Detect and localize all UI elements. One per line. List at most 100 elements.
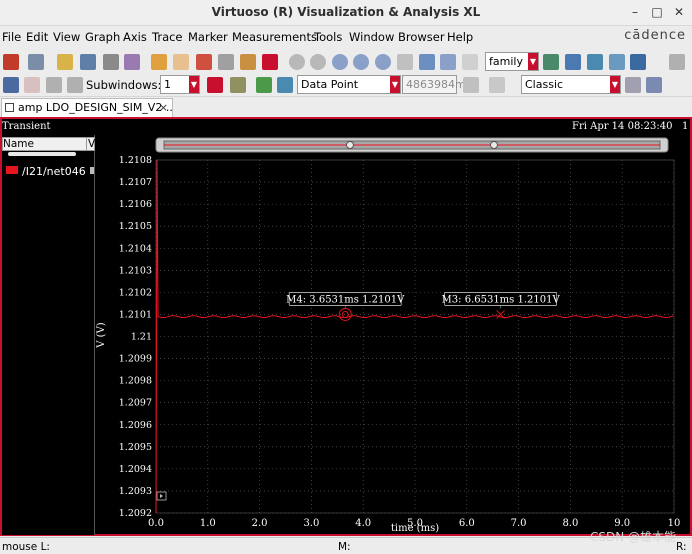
open-folder-icon[interactable] xyxy=(57,54,73,70)
x-axis-label: time (ms) xyxy=(391,523,439,534)
value-field[interactable]: 4863984m xyxy=(402,75,466,94)
y-tick-label: 1.2104 xyxy=(119,243,152,254)
menu-file[interactable]: File xyxy=(2,30,21,44)
legend-v-column[interactable]: V xyxy=(86,138,95,150)
paste-icon[interactable] xyxy=(240,54,256,70)
zoom-x-icon[interactable] xyxy=(353,54,369,70)
data-point-combo[interactable]: Data Point ▼ xyxy=(297,75,401,94)
trace-i21-net046 xyxy=(155,159,674,514)
x-tick-label: 4.0 xyxy=(355,518,371,529)
histogram-icon[interactable] xyxy=(463,77,479,93)
undo-icon[interactable] xyxy=(151,54,167,70)
settings-icon[interactable] xyxy=(646,77,662,93)
pan-icon[interactable] xyxy=(397,54,413,70)
legend-name-column[interactable]: Name xyxy=(3,138,34,150)
menu-tools[interactable]: Tools xyxy=(314,30,342,44)
zoom-out-icon[interactable] xyxy=(310,54,326,70)
x-tick-label: 6.0 xyxy=(459,518,475,529)
mouse-r-status: R: xyxy=(676,541,687,553)
menu-marker[interactable]: Marker xyxy=(188,30,228,44)
waveform-chart[interactable]: 1.2108 1.2107 1.2106 1.2105 1.2104 1.2103 1.21… xyxy=(96,135,692,535)
watermark: CSDN @雄本能 xyxy=(589,530,676,544)
analysis-title: Transient xyxy=(2,121,51,132)
style-combo-value: Classic xyxy=(525,78,564,91)
subwindows-label: Subwindows: xyxy=(86,78,162,92)
chevron-down-icon[interactable]: ▼ xyxy=(610,76,620,93)
copy-icon[interactable] xyxy=(218,54,234,70)
menu-graph[interactable]: Graph xyxy=(85,30,120,44)
cadence-logo: cādence xyxy=(624,28,686,43)
window-title: Virtuoso (R) Visualization & Analysis XL xyxy=(211,5,481,19)
window-icon[interactable] xyxy=(625,77,641,93)
family-combo-value: family xyxy=(489,55,523,68)
menu-edit[interactable]: Edit xyxy=(26,30,48,44)
play-icon xyxy=(160,494,163,498)
arrow-left-icon[interactable] xyxy=(256,77,272,93)
x-tick-label: 1.0 xyxy=(200,518,216,529)
layout-strip-icon[interactable] xyxy=(609,54,625,70)
y-tick-label: 1.2093 xyxy=(119,486,152,497)
data-point-value: Data Point xyxy=(301,78,359,91)
menu-trace[interactable]: Trace xyxy=(152,30,183,44)
zoom-in-icon[interactable] xyxy=(289,54,305,70)
print-icon[interactable] xyxy=(103,54,119,70)
y-tick-labels: 1.2108 1.2107 1.2106 1.2105 1.2104 1.2103 1.21… xyxy=(119,155,152,519)
slider-marker-m4[interactable] xyxy=(346,141,354,149)
split-icon[interactable] xyxy=(67,77,83,93)
y-tick-label: 1.2105 xyxy=(119,221,152,232)
chevron-down-icon[interactable]: ▼ xyxy=(189,76,199,93)
y-tick-label: 1.21 xyxy=(131,332,152,343)
y-tick-label: 1.2098 xyxy=(119,376,152,387)
print-preview-icon[interactable] xyxy=(124,54,140,70)
tag-icon[interactable] xyxy=(230,77,246,93)
chevron-down-icon[interactable]: ▼ xyxy=(390,76,400,93)
layout-tile-icon[interactable] xyxy=(630,54,646,70)
wand-icon[interactable] xyxy=(3,77,19,93)
menu-browser[interactable]: Browser xyxy=(398,30,445,44)
zoom-area-icon[interactable] xyxy=(440,54,456,70)
menu-measurements[interactable]: Measurements xyxy=(232,30,317,44)
layout-grid-icon[interactable] xyxy=(543,54,559,70)
legend-signal[interactable]: /I21/net046 xyxy=(6,165,86,178)
menu-axis[interactable]: Axis xyxy=(123,30,147,44)
save-icon[interactable] xyxy=(80,54,96,70)
y-tick-label: 1.2094 xyxy=(119,464,152,475)
subwindow-icon[interactable] xyxy=(28,54,44,70)
subwindows-combo[interactable]: 1 ▼ xyxy=(160,75,200,94)
legend-handle[interactable] xyxy=(90,167,94,174)
menu-view[interactable]: View xyxy=(53,30,80,44)
arrow-right-icon[interactable] xyxy=(277,77,293,93)
chevron-down-icon[interactable]: ▼ xyxy=(528,53,538,70)
zoom-box-icon[interactable] xyxy=(419,54,435,70)
delete-icon[interactable] xyxy=(262,54,278,70)
zoom-y-icon[interactable] xyxy=(375,54,391,70)
maximize-button[interactable]: □ xyxy=(648,3,666,21)
cut-icon[interactable] xyxy=(196,54,212,70)
layout-split-icon[interactable] xyxy=(565,54,581,70)
new-window-icon[interactable] xyxy=(3,54,19,70)
redo-icon[interactable] xyxy=(173,54,189,70)
x-tick-label: 3.0 xyxy=(303,518,319,529)
legend-scrollbar[interactable] xyxy=(8,152,76,156)
close-tab-icon[interactable]: × xyxy=(159,101,168,114)
browser-icon[interactable] xyxy=(24,77,40,93)
slider-marker-m3[interactable] xyxy=(490,141,498,149)
menu-window[interactable]: Window xyxy=(349,30,394,44)
flag-icon[interactable] xyxy=(207,77,223,93)
minimize-button[interactable]: – xyxy=(626,3,644,21)
bar-icon[interactable] xyxy=(489,77,505,93)
tab-amp-ldo-design-sim[interactable]: amp LDO_DESIGN_SIM_V2 ... × xyxy=(1,98,173,117)
strip-icon[interactable] xyxy=(46,77,62,93)
search-icon[interactable] xyxy=(462,54,478,70)
family-combo[interactable]: family ▼ xyxy=(485,52,539,71)
x-range-slider[interactable] xyxy=(155,137,669,153)
marker-m4-inner xyxy=(341,310,349,318)
y-tick-label: 1.2092 xyxy=(119,508,152,519)
menu-help[interactable]: Help xyxy=(447,30,473,44)
table-icon[interactable] xyxy=(669,54,685,70)
close-window-button[interactable]: ✕ xyxy=(670,3,688,21)
waveform-svg[interactable]: 1.2108 1.2107 1.2106 1.2105 1.2104 1.2103 1.21… xyxy=(96,135,692,535)
layout-stack-icon[interactable] xyxy=(587,54,603,70)
style-combo[interactable]: Classic ▼ xyxy=(521,75,621,94)
zoom-fit-icon[interactable] xyxy=(332,54,348,70)
